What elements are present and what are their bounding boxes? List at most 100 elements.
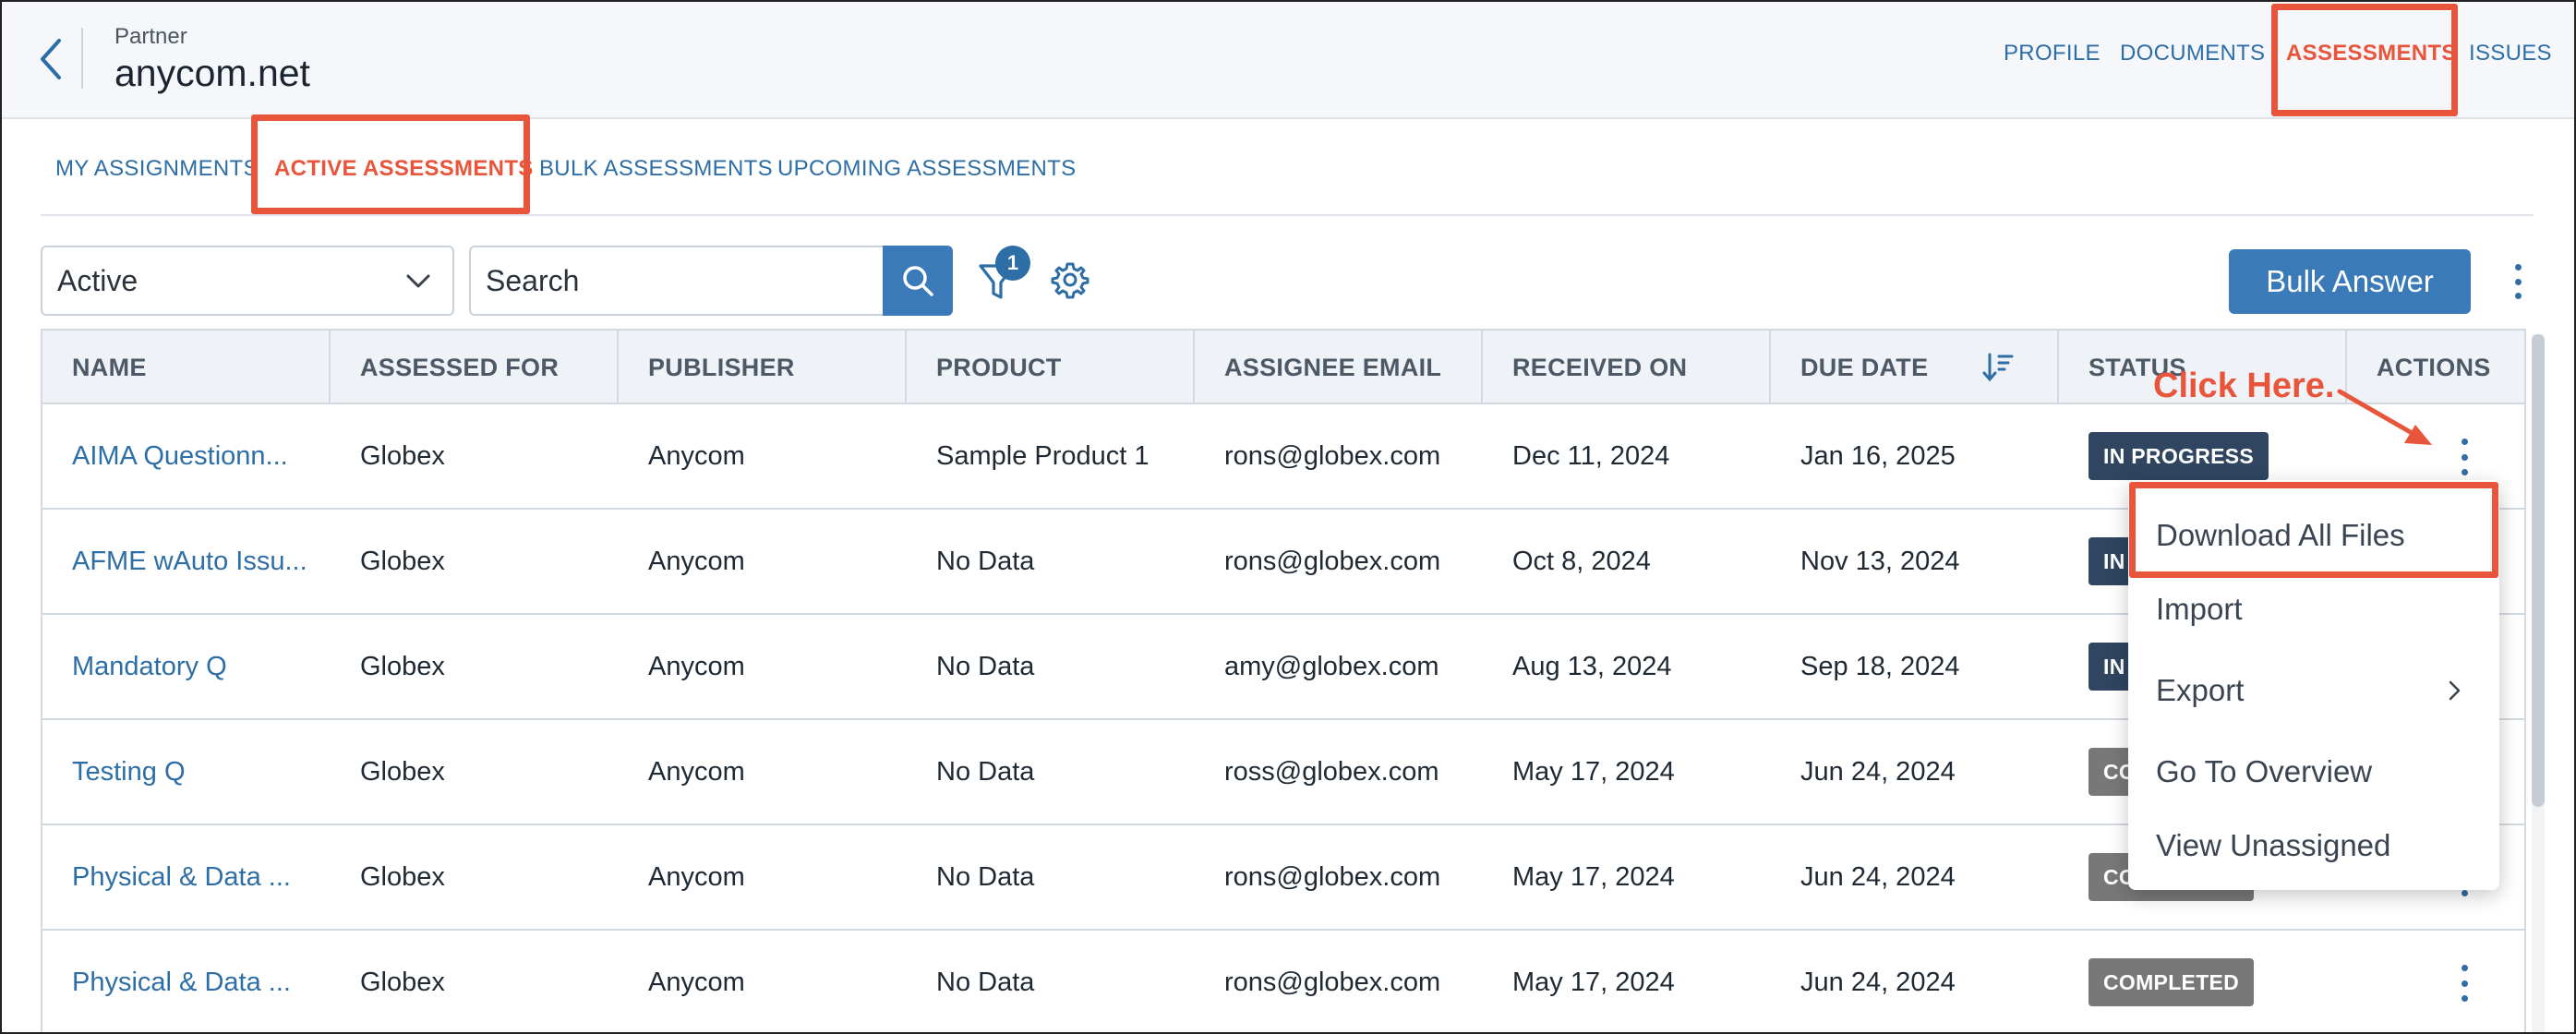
nav-assessments[interactable]: ASSESSMENTS [2286,41,2457,66]
tab-bulk-assessments[interactable]: BULK ASSESSMENTS [539,156,773,182]
partner-name: anycom.net [114,52,310,94]
status-filter-value: Active [57,263,138,297]
cell-due-date: Jun 24, 2024 [1800,967,1956,997]
cell-assessed-for: Globex [360,861,445,892]
menu-item-download-all-files[interactable]: Download All Files [2128,499,2499,572]
cell-received-on: Oct 8, 2024 [1512,546,1651,576]
chevron-right-icon [2449,680,2461,701]
menu-item-export-label: Export [2156,673,2245,707]
cell-received-on: May 17, 2024 [1512,861,1675,892]
page-header: Partner anycom.net PROFILE DOCUMENTS ASS… [0,0,2576,119]
cell-publisher: Anycom [648,861,745,892]
search-button[interactable] [883,246,953,316]
cell-due-date: Jun 24, 2024 [1800,756,1956,787]
menu-item-view-unassigned[interactable]: View Unassigned [2128,809,2499,883]
scrollbar-thumb[interactable] [2532,334,2545,807]
kebab-dot [2514,293,2522,299]
chevron-left-icon [41,39,61,79]
column-header-name[interactable]: NAME [42,331,331,404]
cell-product: No Data [936,651,1035,681]
filter-count-badge: 1 [995,246,1030,281]
cell-due-date: Sep 18, 2024 [1800,651,1960,681]
cell-name[interactable]: AFME wAuto Issu... [42,510,319,613]
kebab-dot [2514,278,2522,285]
tabs-divider [41,214,2534,216]
kebab-dot [2461,439,2468,445]
nav-issues[interactable]: ISSUES [2469,41,2552,66]
kebab-dot [2461,469,2468,475]
menu-item-go-to-overview[interactable]: Go To Overview [2128,735,2499,809]
cell-due-date: Nov 13, 2024 [1800,546,1960,576]
cell-assignee-email: ross@globex.com [1224,756,1439,787]
sort-descending-icon[interactable] [1981,351,2015,384]
kebab-dot [2461,980,2468,987]
cell-publisher: Anycom [648,651,745,681]
back-button[interactable] [28,24,74,94]
cell-assignee-email: amy@globex.com [1224,651,1439,681]
cell-due-date: Jun 24, 2024 [1800,861,1956,892]
nav-profile[interactable]: PROFILE [2004,41,2101,66]
cell-name[interactable]: Physical & Data ... [42,931,319,1034]
kebab-dot [2461,453,2468,461]
bulk-answer-button[interactable]: Bulk Answer [2229,249,2471,314]
chevron-down-icon [406,274,430,288]
cell-name[interactable]: Physical & Data ... [42,825,319,929]
cell-publisher: Anycom [648,546,745,576]
row-actions-button[interactable] [2452,435,2476,479]
column-header-due-date[interactable]: DUE DATE [1771,331,2059,404]
more-options-button[interactable] [2506,258,2530,305]
cell-received-on: May 17, 2024 [1512,967,1675,997]
cell-assignee-email: rons@globex.com [1224,967,1441,997]
status-filter-select[interactable]: Active [41,246,454,316]
cell-product: No Data [936,861,1035,892]
nav-documents[interactable]: DOCUMENTS [2120,41,2265,66]
column-header-product[interactable]: PRODUCT [907,331,1195,404]
cell-product: No Data [936,967,1035,997]
cell-assignee-email: rons@globex.com [1224,546,1441,576]
column-header-assignee-email[interactable]: ASSIGNEE EMAIL [1195,331,1483,404]
table-row: Physical & Data ... Globex Anycom No Data ro… [42,931,2524,1034]
partner-label: Partner [114,24,187,49]
cell-assignee-email: rons@globex.com [1224,861,1441,892]
menu-item-import[interactable]: Import [2128,572,2499,646]
menu-item-export[interactable]: Export [2128,654,2499,727]
click-here-annotation: Click Here. [2153,367,2335,405]
kebab-dot [2461,890,2468,896]
tab-my-assignments[interactable]: MY ASSIGNMENTS [55,156,259,182]
row-actions-menu: Download All Files Import Export Go To O… [2128,480,2499,890]
status-badge: IN PROGRESS [2088,432,2269,480]
tab-upcoming-assessments[interactable]: UPCOMING ASSESSMENTS [777,156,1076,182]
header-divider [81,28,83,89]
row-actions-button[interactable] [2452,961,2476,1005]
kebab-dot [2514,264,2522,271]
cell-assignee-email: rons@globex.com [1224,440,1441,471]
cell-assessed-for: Globex [360,651,445,681]
cell-product: No Data [936,756,1035,787]
cell-assessed-for: Globex [360,546,445,576]
cell-name[interactable]: Testing Q [42,720,319,824]
cell-publisher: Anycom [648,440,745,471]
cell-assessed-for: Globex [360,440,445,471]
kebab-dot [2461,995,2468,1002]
status-badge: COMPLETED [2088,958,2255,1006]
column-header-assessed-for[interactable]: ASSESSED FOR [331,331,619,404]
cell-product: Sample Product 1 [936,440,1150,471]
cell-product: No Data [936,546,1035,576]
cell-received-on: Aug 13, 2024 [1512,651,1672,681]
search-input[interactable] [469,246,885,316]
tab-active-assessments[interactable]: ACTIVE ASSESSMENTS [274,156,534,182]
cell-received-on: May 17, 2024 [1512,756,1675,787]
cell-status: COMPLETED [2059,931,2347,1034]
gear-icon[interactable] [1051,260,1089,299]
cell-name[interactable]: AIMA Questionn... [42,404,319,508]
cell-name[interactable]: Mandatory Q [42,615,319,718]
cell-received-on: Dec 11, 2024 [1512,440,1670,471]
column-header-publisher[interactable]: PUBLISHER [619,331,907,404]
cell-publisher: Anycom [648,756,745,787]
cell-assessed-for: Globex [360,756,445,787]
search-icon [903,266,933,296]
cell-publisher: Anycom [648,967,745,997]
column-header-actions: ACTIONS [2377,353,2491,381]
cell-due-date: Jan 16, 2025 [1800,440,1956,471]
column-header-received-on[interactable]: RECEIVED ON [1483,331,1771,404]
